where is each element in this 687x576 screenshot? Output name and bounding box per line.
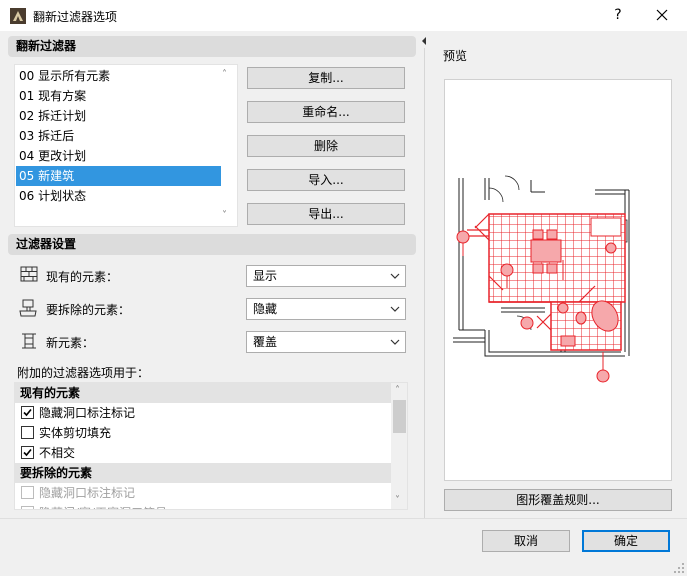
- option-label: 隐藏洞口标注标记: [39, 486, 136, 500]
- filter-list-item[interactable]: 01 现有方案: [16, 86, 221, 106]
- option-row[interactable]: 隐藏洞口标注标记: [15, 403, 391, 423]
- filter-list-item[interactable]: 05 新建筑: [16, 166, 221, 186]
- option-label: 隐藏洞口标注标记: [39, 406, 136, 420]
- preview-pane: [444, 79, 672, 481]
- rename-button[interactable]: 重命名...: [247, 101, 405, 123]
- options-caption: 附加的过滤器选项用于：: [17, 366, 150, 380]
- panel-divider[interactable]: [424, 48, 425, 518]
- filters-section-header: 翻新过滤器: [8, 36, 416, 57]
- footer-divider: [0, 518, 687, 519]
- help-button[interactable]: ?: [600, 2, 636, 28]
- existing-elements-select[interactable]: 显示: [246, 265, 406, 287]
- existing-elements-icon: [20, 266, 38, 282]
- window-title: 翻新过滤器选项: [33, 10, 118, 24]
- list-scroll-up-icon[interactable]: ˄: [222, 69, 227, 80]
- chevron-down-icon: [390, 339, 400, 345]
- app-icon: [10, 8, 26, 24]
- checkbox-unchecked-icon: [21, 506, 34, 509]
- option-row[interactable]: 不相交: [15, 443, 391, 463]
- collapse-arrow-icon[interactable]: [421, 37, 427, 45]
- demolish-elements-label: 要拆除的元素：: [46, 303, 131, 317]
- list-scroll-down-icon[interactable]: ˅: [222, 210, 227, 221]
- options-group-header: 现有的元素: [15, 383, 391, 403]
- close-icon: [656, 9, 668, 21]
- new-elements-value: 覆盖: [253, 335, 278, 349]
- filter-list-item[interactable]: 04 更改计划: [16, 146, 221, 166]
- chevron-down-icon: [390, 306, 400, 312]
- options-list[interactable]: 现有的元素隐藏洞口标注标记实体剪切填充不相交要拆除的元素隐藏洞口标注标记隐藏门/…: [14, 382, 408, 510]
- checkbox-unchecked-icon: [21, 486, 34, 499]
- floor-plan-preview: [453, 175, 630, 383]
- import-button[interactable]: 导入...: [247, 169, 405, 191]
- delete-button[interactable]: 删除: [247, 135, 405, 157]
- checkbox-checked-icon[interactable]: [21, 446, 34, 459]
- preview-label: 预览: [443, 49, 468, 63]
- settings-section-header: 过滤器设置: [8, 234, 416, 255]
- graphic-override-rules-button[interactable]: 图形覆盖规则...: [444, 489, 672, 511]
- existing-elements-label: 现有的元素：: [46, 270, 119, 284]
- resize-grip-icon[interactable]: [673, 562, 685, 574]
- chevron-down-icon: [390, 273, 400, 279]
- export-button[interactable]: 导出...: [247, 203, 405, 225]
- filter-list-item[interactable]: 00 显示所有元素: [16, 66, 221, 86]
- options-scroll-thumb[interactable]: [393, 400, 406, 433]
- check-icon: [23, 448, 32, 457]
- checkbox-unchecked-icon[interactable]: [21, 426, 34, 439]
- existing-elements-value: 显示: [253, 269, 278, 283]
- option-row[interactable]: 实体剪切填充: [15, 423, 391, 443]
- ok-button[interactable]: 确定: [582, 530, 670, 552]
- option-label: 实体剪切填充: [39, 426, 112, 440]
- close-button[interactable]: [644, 2, 680, 28]
- demolish-elements-icon: [19, 299, 37, 317]
- checkbox-checked-icon[interactable]: [21, 406, 34, 419]
- cancel-button[interactable]: 取消: [482, 530, 570, 552]
- new-elements-label: 新元素：: [46, 336, 95, 350]
- options-group-header: 要拆除的元素: [15, 463, 391, 483]
- option-label: 不相交: [39, 446, 76, 460]
- demolish-elements-value: 隐藏: [253, 302, 278, 316]
- new-elements-select[interactable]: 覆盖: [246, 331, 406, 353]
- check-icon: [23, 408, 32, 417]
- filter-list-item[interactable]: 02 拆迁计划: [16, 106, 221, 126]
- filter-list-item[interactable]: 06 计划状态: [16, 186, 221, 206]
- option-row: 隐藏门/窗/天窗洞口符号: [15, 503, 391, 509]
- options-scroll-up-icon[interactable]: ˄: [395, 385, 400, 396]
- copy-button[interactable]: 复制...: [247, 67, 405, 89]
- new-elements-icon: [22, 333, 36, 349]
- option-label: 隐藏门/窗/天窗洞口符号: [39, 506, 167, 509]
- demolish-elements-select[interactable]: 隐藏: [246, 298, 406, 320]
- filter-list-item[interactable]: 03 拆迁后: [16, 126, 221, 146]
- filter-list[interactable]: 00 显示所有元素 01 现有方案 02 拆迁计划 03 拆迁后 04 更改计划 05 新…: [14, 64, 238, 227]
- option-row: 隐藏洞口标注标记: [15, 483, 391, 503]
- options-scroll-down-icon[interactable]: ˅: [395, 495, 400, 506]
- options-scrollbar[interactable]: ˄ ˅: [391, 383, 407, 509]
